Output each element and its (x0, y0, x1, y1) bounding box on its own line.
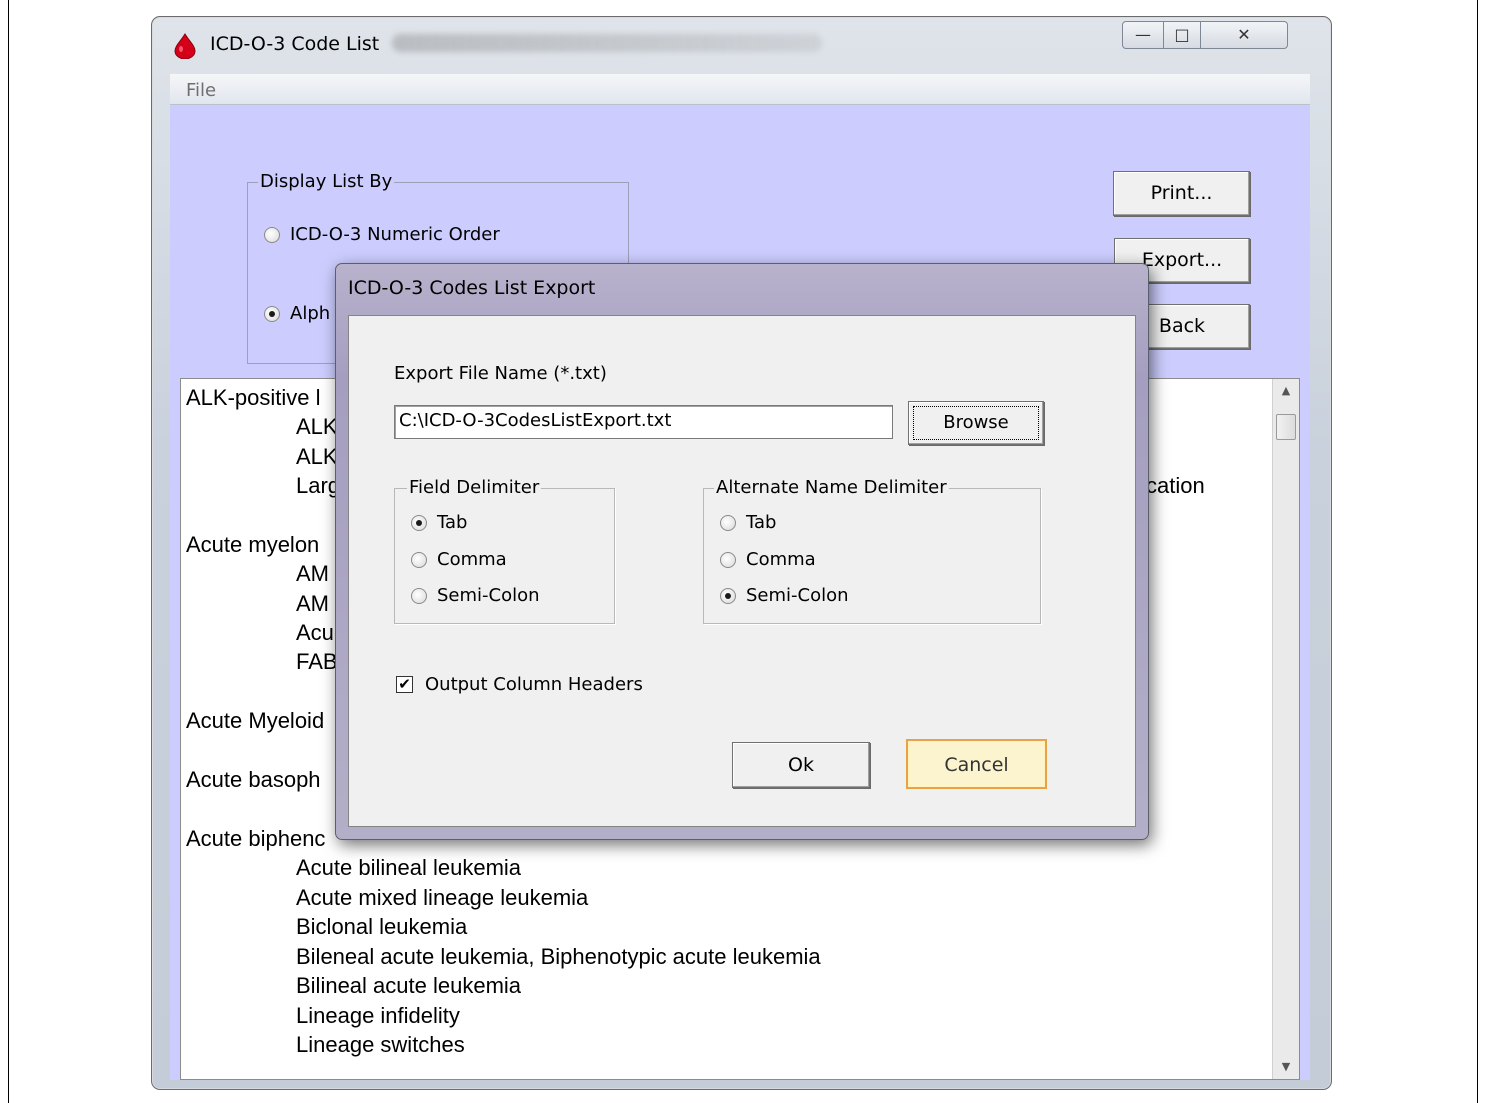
list-item[interactable]: Larg (296, 473, 340, 499)
dialog-title: ICD-O-3 Codes List Export (348, 277, 596, 299)
alt-delim-semicolon[interactable]: Semi-Colon (720, 585, 849, 606)
radio-alphabetic-order-indicator[interactable] (264, 305, 280, 322)
list-item[interactable]: Acute myelon (186, 532, 319, 558)
list-item[interactable]: AM (296, 561, 329, 587)
field-delim-comma-indicator[interactable] (411, 551, 427, 568)
alt-delim-tab-label: Tab (746, 512, 777, 533)
file-name-label: Export File Name (*.txt) (394, 363, 607, 384)
list-item[interactable]: Acu (296, 620, 334, 646)
caption-buttons: — □ ✕ (1122, 17, 1306, 55)
title-redacted (392, 34, 822, 52)
export-dialog: ICD-O-3 Codes List Export Export File Na… (335, 263, 1149, 840)
field-delim-semicolon-label: Semi-Colon (437, 585, 540, 606)
ok-button[interactable]: Ok (732, 742, 870, 788)
radio-alphabetic-order[interactable]: Alph (264, 303, 330, 324)
list-item[interactable]: AM (296, 591, 329, 617)
alt-name-delimiter-group: Alternate Name Delimiter Tab Comma Semi-… (703, 477, 1041, 624)
list-item[interactable]: Biclonal leukemia (296, 914, 467, 940)
screenshot-border-left (8, 0, 9, 1103)
alt-name-delimiter-legend: Alternate Name Delimiter (714, 477, 949, 498)
list-item[interactable]: ALK (296, 444, 338, 470)
scroll-thumb[interactable] (1276, 414, 1296, 440)
alt-delim-tab[interactable]: Tab (720, 512, 776, 533)
radio-numeric-order-label: ICD-O-3 Numeric Order (290, 224, 500, 245)
output-headers-checkbox[interactable]: ✔ (396, 676, 413, 693)
display-list-by-legend: Display List By (258, 171, 395, 192)
list-item[interactable]: Acute Myeloid (186, 708, 324, 734)
radio-numeric-order[interactable]: ICD-O-3 Numeric Order (264, 224, 500, 245)
output-headers-label: Output Column Headers (425, 674, 643, 695)
list-item-partial[interactable]: cation (1146, 473, 1205, 499)
list-item[interactable]: ALK (296, 414, 338, 440)
radio-numeric-order-indicator[interactable] (264, 226, 280, 243)
field-delimiter-legend: Field Delimiter (407, 477, 542, 498)
alt-delim-comma-indicator[interactable] (720, 551, 736, 568)
list-item[interactable]: Bileneal acute leukemia, Biphenotypic ac… (296, 944, 821, 970)
field-delim-tab[interactable]: Tab (411, 512, 467, 533)
maximize-button[interactable]: □ (1163, 21, 1201, 49)
screenshot-border-right (1477, 0, 1478, 1103)
browse-focus-ring (913, 406, 1039, 440)
list-item[interactable]: Acute mixed lineage leukemia (296, 885, 588, 911)
field-delim-tab-indicator[interactable] (411, 514, 427, 531)
file-name-input[interactable]: C:\ICD-O-3CodesListExport.txt (394, 405, 893, 439)
dialog-client-area: Export File Name (*.txt) C:\ICD-O-3Codes… (348, 315, 1136, 827)
list-item[interactable]: Bilineal acute leukemia (296, 973, 521, 999)
scroll-down-arrow-icon[interactable]: ▼ (1273, 1055, 1299, 1079)
list-item[interactable]: Acute biphenc (186, 826, 325, 852)
alt-delim-comma-label: Comma (746, 549, 816, 570)
alt-delim-semicolon-indicator[interactable] (720, 587, 736, 604)
field-delim-tab-label: Tab (437, 512, 468, 533)
alt-delim-semicolon-label: Semi-Colon (746, 585, 849, 606)
blood-drop-icon (174, 33, 196, 59)
list-item[interactable]: Acute bilineal leukemia (296, 855, 521, 881)
field-delim-semicolon-indicator[interactable] (411, 587, 427, 604)
field-delim-comma[interactable]: Comma (411, 549, 507, 570)
close-button[interactable]: ✕ (1200, 21, 1288, 49)
list-item[interactable]: ALK-positive l (186, 385, 321, 411)
radio-alphabetic-order-label: Alph (290, 303, 331, 324)
list-item[interactable]: Lineage switches (296, 1032, 465, 1058)
browse-button[interactable]: Browse (908, 401, 1044, 445)
alt-delim-comma[interactable]: Comma (720, 549, 816, 570)
output-headers-checkbox-row[interactable]: ✔ Output Column Headers (396, 674, 643, 695)
list-item[interactable]: Acute basoph (186, 767, 321, 793)
field-delimiter-group: Field Delimiter Tab Comma Semi-Colon (394, 477, 615, 624)
scroll-up-arrow-icon[interactable]: ▲ (1273, 379, 1299, 403)
minimize-button[interactable]: — (1122, 21, 1164, 49)
vertical-scrollbar[interactable]: ▲ ▼ (1272, 379, 1299, 1079)
alt-delim-tab-indicator[interactable] (720, 514, 736, 531)
field-delim-comma-label: Comma (437, 549, 507, 570)
list-item[interactable]: FAB (296, 649, 338, 675)
menu-file[interactable]: File (186, 80, 216, 101)
print-button[interactable]: Print... (1113, 171, 1250, 216)
list-item[interactable]: Lineage infidelity (296, 1003, 460, 1029)
menu-bar: File (170, 74, 1310, 105)
window-title: ICD-O-3 Code List (210, 33, 380, 55)
cancel-button[interactable]: Cancel (906, 739, 1047, 789)
field-delim-semicolon[interactable]: Semi-Colon (411, 585, 540, 606)
